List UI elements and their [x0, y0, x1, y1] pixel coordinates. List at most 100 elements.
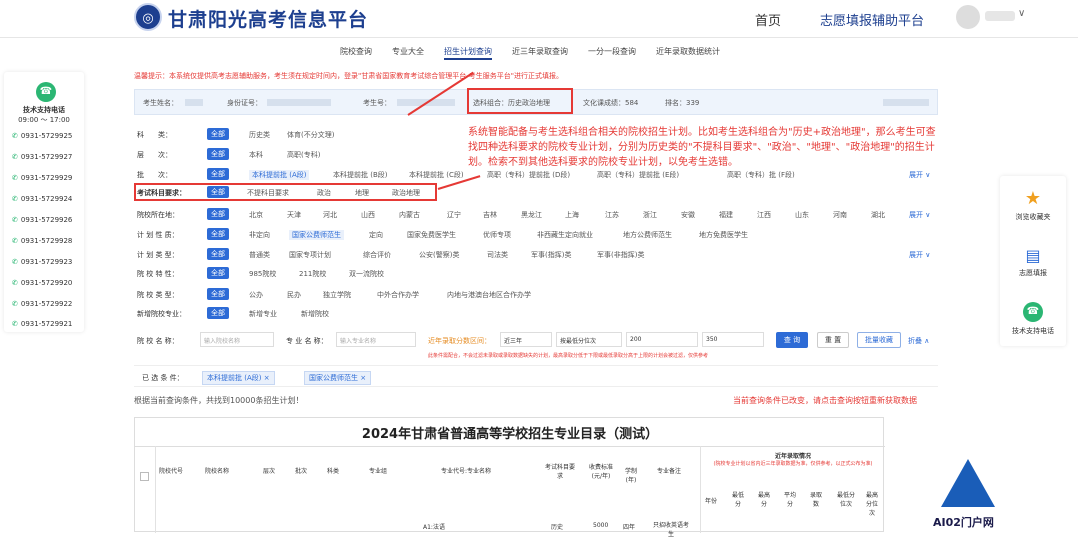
major-name-input[interactable]: 输入专业名称	[336, 332, 416, 347]
subnav-stats[interactable]: 近年录取数据统计	[656, 46, 720, 60]
phone-icon: ✆	[12, 174, 18, 182]
expand-link[interactable]: 展开 ∨	[909, 250, 930, 260]
reset-button[interactable]: 重 置	[817, 332, 849, 348]
selected-label: 已 选 条 件：	[142, 374, 184, 382]
subnav-school[interactable]: 院校查询	[340, 46, 372, 60]
id-value-blurred	[267, 98, 331, 106]
subnav-history[interactable]: 近三年录取查询	[512, 46, 568, 60]
phone-icon: ✆	[12, 258, 18, 266]
phone-icon: ✆	[12, 195, 18, 203]
table-header: 专业组	[369, 468, 388, 475]
support-link[interactable]: 技术支持电话	[1000, 326, 1066, 336]
phone-icon: ✆	[12, 153, 18, 161]
star-icon[interactable]: ★	[1000, 188, 1066, 209]
history-header: 最高分	[757, 492, 770, 508]
table-header: 院校名称	[205, 468, 230, 475]
result-count: 根据当前查询条件，共找到10000条招生计划！	[134, 396, 304, 405]
table-header: 批次	[295, 468, 308, 475]
select-all-checkbox[interactable]	[140, 472, 149, 481]
nav-home-link[interactable]: 首页	[755, 10, 781, 29]
table-header: 专业代号:专业名称	[441, 468, 492, 475]
history-header: 录取数	[809, 492, 822, 508]
school-name-input[interactable]: 输入院校名称	[200, 332, 274, 347]
phone-item: ✆ 0931-5729925	[12, 132, 73, 140]
table-row-years: 四年	[623, 524, 636, 531]
watermark-text: AI02门户网	[933, 516, 994, 529]
right-sidebar: ★ 浏览收藏夹 ▤ 志愿填报 ☎ 技术支持电话	[1000, 176, 1066, 346]
filter-row-plan-nature: 计 划 性 质： 全部 非定向 国家公费师范生 定向 国家免费医学生 优师专项 …	[137, 228, 748, 240]
table-row-remark: 只招收英语考生	[652, 522, 689, 538]
table-divider	[135, 446, 885, 447]
name-label: 考生姓名：	[143, 99, 178, 107]
table-row-req: 历史	[551, 524, 564, 531]
avatar[interactable]	[956, 5, 980, 29]
extra-blurred	[883, 98, 929, 106]
support-title: 技术支持电话	[23, 106, 65, 114]
table-header: 学制(年)	[624, 468, 637, 484]
table-header: 层次	[263, 468, 276, 475]
phone-icon: ✆	[12, 300, 18, 308]
name-value-blurred	[185, 98, 203, 106]
table-col-divider	[700, 446, 701, 533]
result-changed-notice: 当前查询条件已改变，请点击查询按钮重新获取数据	[733, 396, 917, 405]
table-header: 科类	[327, 468, 340, 475]
volunteer-link[interactable]: 志愿填报	[1000, 268, 1066, 278]
subject-req-highlight-box	[134, 183, 437, 201]
headset-icon[interactable]: ☎	[1000, 302, 1066, 322]
username-blurred[interactable]	[985, 11, 1015, 21]
batch-favorite-button[interactable]: 批量收藏	[857, 332, 901, 348]
table-col-divider	[155, 446, 156, 533]
form-icon[interactable]: ▤	[1000, 246, 1066, 265]
catalog-table: 2024年甘肃省普通高等学校招生专业目录（测试） 院校代号 院校名称 层次 批次…	[134, 417, 885, 538]
history-header: 平均分	[783, 492, 796, 508]
history-header: 最高分位次	[865, 492, 878, 517]
top-header: ◎ 甘肃阳光高考信息平台 首页 志愿填报辅助平台 ∨	[0, 0, 1078, 38]
table-title: 2024年甘肃省普通高等学校招生专业目录（测试）	[361, 427, 659, 442]
selected-tag[interactable]: 本科提前批 (A段) ×	[202, 371, 275, 385]
filter-row-plan-type: 计 划 类 型： 全部 普通类 国家专项计划 综合评价 公安(警察)类 司法类 …	[137, 248, 931, 260]
query-button[interactable]: 查 询	[776, 332, 808, 348]
history-header: 年份	[705, 498, 718, 505]
watermark-logo: AI02门户网	[933, 459, 1023, 532]
nav-volunteer-link[interactable]: 志愿填报辅助平台	[820, 10, 924, 29]
subnav-rank[interactable]: 一分一段查询	[588, 46, 636, 60]
expand-link[interactable]: 展开 ∨	[909, 170, 930, 180]
phone-item: ✆ 0931-5729921	[12, 320, 73, 328]
subnav-plan[interactable]: 招生计划查询	[444, 46, 492, 60]
chevron-down-icon[interactable]: ∨	[1018, 8, 1025, 19]
history-title: 近年录取情况	[775, 453, 812, 460]
metric-select[interactable]: 按最低分位次	[556, 332, 622, 347]
phone-icon: ✆	[12, 132, 18, 140]
phone-item: ✆ 0931-5729920	[12, 279, 73, 287]
favorites-link[interactable]: 浏览收藏夹	[1000, 212, 1066, 222]
table-header: 收费标准(元/年)	[588, 464, 613, 480]
table-row-major: A1:法语	[423, 524, 445, 531]
exam-label: 考生号：	[363, 99, 391, 107]
subnav-major[interactable]: 专业大全	[392, 46, 424, 60]
history-note: (院校专业计划以省内近三年录取数据为准，仅供参考，以正式公布为准)	[713, 461, 873, 467]
phone-icon: ✆	[12, 320, 18, 328]
history-header: 最低分位次	[836, 492, 855, 508]
range-max-input[interactable]: 350	[702, 332, 764, 347]
years-select[interactable]: 近三年	[500, 332, 552, 347]
selected-tag[interactable]: 国家公费师范生 ×	[304, 371, 372, 385]
history-header: 最低分	[731, 492, 744, 508]
phone-icon: ✆	[12, 237, 18, 245]
range-min-input[interactable]: 200	[626, 332, 698, 347]
sub-navigation: 院校查询 专业大全 招生计划查询 近三年录取查询 一分一段查询 近年录取数据统计	[340, 46, 740, 60]
annotation-text: 系统智能配备与考生选科组合相关的院校招生计划。比如考生选科组合为"历史+政治地理…	[468, 127, 936, 168]
rank-text: 排名：339	[665, 99, 700, 107]
phone-item: ✆ 0931-5729923	[12, 258, 73, 266]
expand-link[interactable]: 展开 ∨	[909, 210, 930, 220]
table-header: 院校代号	[159, 468, 184, 475]
support-hours: 09:00 ～ 17:00	[18, 116, 70, 124]
brand-title: 甘肃阳光高考信息平台	[168, 9, 369, 31]
phone-item: ✆ 0931-5729927	[12, 153, 73, 161]
phone-item: ✆ 0931-5729922	[12, 300, 73, 308]
subject-highlight-box	[467, 88, 573, 114]
phone-item: ✆ 0931-5729929	[12, 174, 73, 182]
score-text: 文化课成绩：584	[583, 99, 639, 107]
id-label: 身份证号：	[227, 99, 262, 107]
warning-notice: 温馨提示：本系统仅提供高考志愿辅助服务，考生须在规定时间内，登录"甘肃省国家教育…	[134, 72, 563, 80]
selected-conditions: 已 选 条 件： 本科提前批 (A段) × 国家公费师范生 ×	[134, 365, 938, 387]
